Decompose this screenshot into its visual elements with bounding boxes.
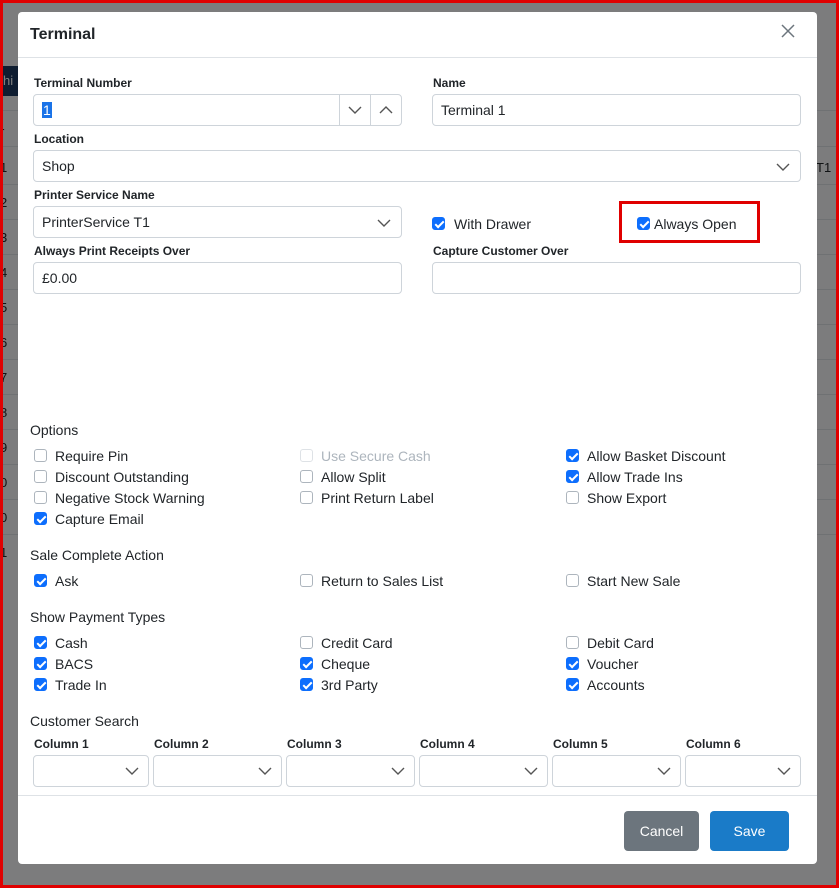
name-field[interactable]: Terminal 1	[432, 94, 801, 126]
chevron-down-icon	[391, 767, 405, 775]
payment-type-checkbox[interactable]	[566, 636, 579, 649]
payment-type-label: Voucher	[587, 656, 639, 672]
column-label: Column 5	[553, 737, 608, 751]
option-label: Discount Outstanding	[55, 469, 189, 485]
location-value: Shop	[42, 158, 75, 174]
sale-action-checkbox[interactable]	[300, 574, 313, 587]
payment-type-label: Cash	[55, 635, 88, 651]
column-label: Column 4	[420, 737, 475, 751]
option-checkbox[interactable]	[566, 449, 579, 462]
payment-type-checkbox[interactable]	[300, 678, 313, 691]
options-title: Options	[30, 422, 79, 438]
option-checkbox[interactable]	[34, 512, 47, 525]
payment-type-checkbox[interactable]	[566, 678, 579, 691]
payment-type-checkbox[interactable]	[566, 657, 579, 670]
option-checkbox[interactable]	[300, 491, 313, 504]
payment-type-checkbox[interactable]	[34, 636, 47, 649]
sale-action-label: Start New Sale	[587, 573, 681, 589]
terminal-number-value: 1	[42, 102, 52, 118]
sale-action-label: Return to Sales List	[321, 573, 444, 589]
chevron-down-icon	[777, 767, 791, 775]
always-open-checkbox[interactable]	[637, 217, 650, 230]
option-label: Allow Trade Ins	[587, 469, 683, 485]
terminal-number-label: Terminal Number	[34, 76, 132, 90]
option-checkbox[interactable]	[34, 449, 47, 462]
option-label: Require Pin	[55, 448, 129, 464]
chevron-down-icon	[776, 163, 790, 171]
print-receipts-label: Always Print Receipts Over	[34, 244, 191, 258]
dialog-header: Terminal	[18, 12, 817, 58]
option-checkbox[interactable]	[566, 491, 579, 504]
terminal-dialog: Terminal Terminal Number 1 Name Terminal…	[18, 12, 817, 864]
cancel-button[interactable]: Cancel	[624, 811, 699, 851]
with-drawer-label: With Drawer	[454, 216, 532, 232]
stepper-increment-button[interactable]	[370, 95, 401, 125]
chevron-down-icon	[348, 106, 362, 114]
payment-type-label: Accounts	[587, 677, 645, 693]
payment-type-checkbox[interactable]	[300, 636, 313, 649]
always-open-label: Always Open	[654, 216, 737, 232]
option-label: Show Export	[587, 490, 667, 506]
printer-service-label: Printer Service Name	[34, 188, 155, 202]
option-label: Use Secure Cash	[321, 448, 431, 464]
payment-type-label: Cheque	[321, 656, 371, 672]
payment-type-label: Trade In	[55, 677, 107, 693]
location-select[interactable]: Shop	[33, 150, 801, 182]
location-label: Location	[34, 132, 84, 146]
payment-types-title: Show Payment Types	[30, 609, 166, 625]
option-label: Allow Basket Discount	[587, 448, 726, 464]
save-button[interactable]: Save	[710, 811, 789, 851]
option-checkbox[interactable]	[566, 470, 579, 483]
sale-complete-title: Sale Complete Action	[30, 547, 164, 563]
chevron-down-icon	[524, 767, 538, 775]
dialog-footer-divider	[18, 795, 817, 796]
printer-service-select[interactable]: PrinterService T1	[33, 206, 402, 238]
close-icon[interactable]	[779, 22, 797, 40]
chevron-down-icon	[657, 767, 671, 775]
option-label: Negative Stock Warning	[55, 490, 205, 506]
option-checkbox	[300, 449, 313, 462]
column-label: Column 1	[34, 737, 89, 751]
print-receipts-field[interactable]: £0.00	[33, 262, 402, 294]
payment-type-label: BACS	[55, 656, 94, 672]
stepper-decrement-button[interactable]	[339, 95, 370, 125]
payment-type-label: 3rd Party	[321, 677, 378, 693]
column-label: Column 6	[686, 737, 741, 751]
option-label: Print Return Label	[321, 490, 434, 506]
option-checkbox[interactable]	[34, 470, 47, 483]
capture-customer-label: Capture Customer Over	[433, 244, 569, 258]
sale-action-label: Ask	[55, 573, 79, 589]
sale-action-checkbox[interactable]	[34, 574, 47, 587]
capture-customer-field[interactable]	[432, 262, 801, 294]
column-label: Column 3	[287, 737, 342, 751]
customer-search-title: Customer Search	[30, 713, 139, 729]
printer-service-value: PrinterService T1	[42, 214, 150, 230]
with-drawer-checkbox[interactable]	[432, 217, 445, 230]
chevron-up-icon	[379, 106, 393, 114]
chevron-down-icon	[377, 219, 391, 227]
payment-type-label: Debit Card	[587, 635, 654, 651]
payment-type-checkbox[interactable]	[34, 657, 47, 670]
payment-type-label: Credit Card	[321, 635, 393, 651]
payment-type-checkbox[interactable]	[300, 657, 313, 670]
option-label: Allow Split	[321, 469, 386, 485]
column-label: Column 2	[154, 737, 209, 751]
payment-type-checkbox[interactable]	[34, 678, 47, 691]
option-label: Capture Email	[55, 511, 144, 527]
name-label: Name	[433, 76, 466, 90]
terminal-number-stepper[interactable]: 1	[33, 94, 402, 126]
option-checkbox[interactable]	[300, 470, 313, 483]
chevron-down-icon	[125, 767, 139, 775]
chevron-down-icon	[258, 767, 272, 775]
sale-action-checkbox[interactable]	[566, 574, 579, 587]
dialog-title: Terminal	[30, 26, 96, 43]
option-checkbox[interactable]	[34, 491, 47, 504]
